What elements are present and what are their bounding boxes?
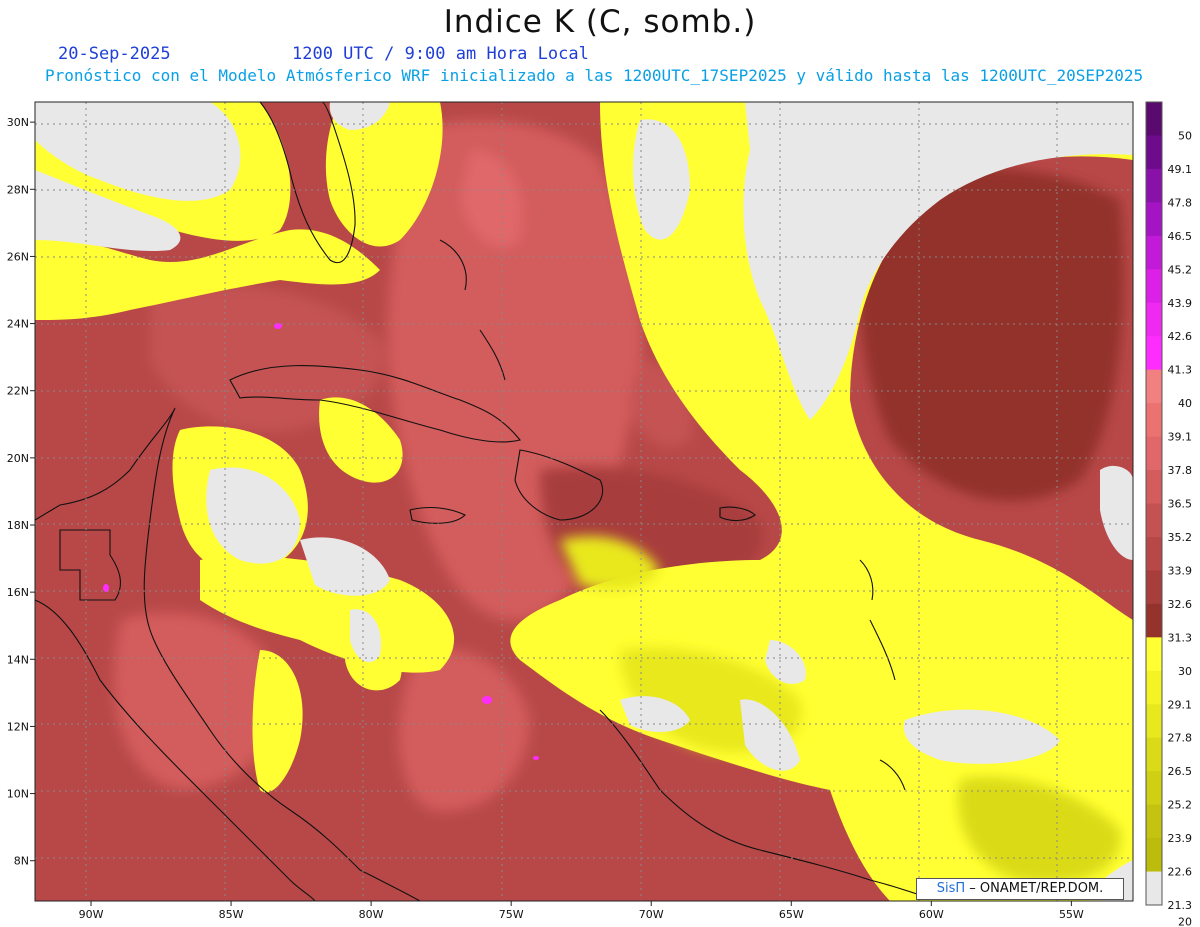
sispi-logo: SisΠ [936,881,966,896]
lon-label: 55W [1059,908,1084,921]
legend-label: 29.1 [1168,698,1193,711]
legend-label: 22.6 [1168,866,1193,879]
k-index-map: 90W 85W 80W 75W 70W 65W 60W 55W 30N 28N 26N 24N 22N… [7,101,1193,927]
latitude-labels: 30N 28N 26N 24N 22N 20N 18N 16N 14N 12N 10N 8N [7,116,35,868]
map-field [35,102,1133,901]
legend-swatch [1146,871,1162,906]
legend-label: 30 [1178,665,1192,678]
legend-swatch [1146,403,1162,438]
legend-label: 25.2 [1168,799,1193,812]
legend-swatch [1146,603,1162,638]
legend-label: 36.5 [1168,498,1193,511]
legend-label: 37.8 [1168,464,1193,477]
legend-label: 42.6 [1168,330,1193,343]
legend-swatch [1146,235,1162,270]
legend-label: 27.8 [1168,732,1193,745]
legend-swatch [1146,436,1162,471]
lat-label: 12N [7,720,29,733]
legend-label: 32.6 [1168,598,1193,611]
legend-swatch [1146,302,1162,337]
legend-swatch [1146,771,1162,806]
legend-label: 21.3 [1168,899,1193,912]
legend-label: 46.5 [1168,230,1193,243]
lat-label: 14N [7,653,29,666]
legend-label: 47.8 [1168,196,1193,209]
legend-label: 43.9 [1168,297,1193,310]
legend-swatch [1146,102,1162,136]
legend-swatch [1146,804,1162,839]
legend-swatch [1146,168,1162,203]
lat-label: 10N [7,788,29,801]
legend-label: 26.5 [1168,765,1193,778]
legend-swatch [1146,838,1162,873]
legend-swatch [1146,135,1162,170]
longitude-labels: 90W 85W 80W 75W 70W 65W 60W 55W [79,901,1084,921]
lon-label: 75W [499,908,524,921]
lat-label: 18N [7,519,29,532]
lon-label: 65W [779,908,804,921]
legend-swatch [1146,737,1162,772]
lon-label: 80W [359,908,384,921]
legend-label: 50 [1178,129,1192,142]
legend-swatch [1146,704,1162,739]
legend-label: 33.9 [1168,564,1193,577]
legend-label: 49.1 [1168,163,1193,176]
lat-label: 22N [7,385,29,398]
legend-label: 23.9 [1168,832,1193,845]
legend-swatch [1146,202,1162,237]
color-legend: 50 49.1 47.8 46.5 45.2 43.9 42.6 41.3 40 39.1 37.8… [1145,101,1193,927]
lat-label: 20N [7,452,29,465]
legend-swatch [1146,637,1162,672]
legend-swatch [1146,503,1162,538]
lat-label: 26N [7,250,29,263]
lon-label: 70W [639,908,664,921]
lat-label: 24N [7,318,29,331]
legend-label: 20 [1178,916,1192,927]
lat-label: 8N [14,855,29,868]
lon-label: 90W [79,908,104,921]
legend-swatch [1146,336,1162,371]
legend-label: 39.1 [1168,431,1193,444]
legend-label: 40 [1178,397,1192,410]
legend-label: 31.3 [1168,631,1193,644]
legend-swatch [1146,470,1162,504]
legend-swatch [1146,536,1162,571]
lat-label: 28N [7,183,29,196]
lat-label: 30N [7,116,29,129]
lon-label: 60W [919,908,944,921]
legend-swatch [1146,570,1162,605]
legend-swatch [1146,369,1162,404]
credit-text: – ONAMET/REP.DOM. [965,881,1104,896]
credit-badge: SisΠ – ONAMET/REP.DOM. [916,878,1124,900]
legend-label: 35.2 [1168,531,1193,544]
legend-swatch [1146,670,1162,705]
legend-swatch [1146,269,1162,304]
lon-label: 85W [219,908,244,921]
legend-label: 45.2 [1168,263,1193,276]
lat-label: 16N [7,586,29,599]
legend-label: 41.3 [1168,364,1193,377]
